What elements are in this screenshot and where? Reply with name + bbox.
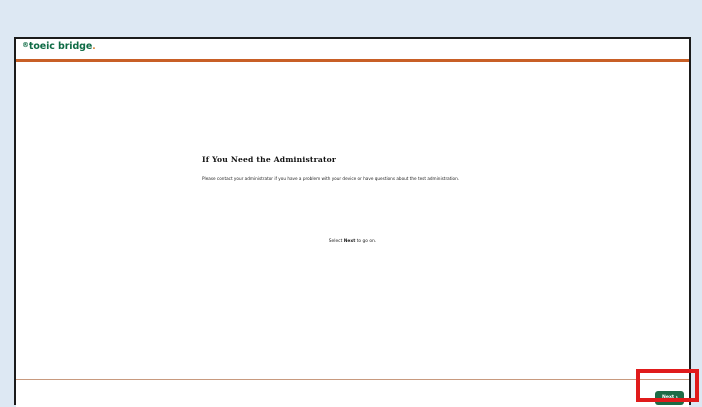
test-window: ®toeic bridge. If You Need the Administr… [14, 37, 691, 407]
page-title: If You Need the Administrator [202, 155, 337, 164]
footer: Next › [16, 380, 689, 407]
header: ®toeic bridge. [16, 39, 689, 59]
instruction-suffix: to go on. [355, 239, 377, 244]
logo-text: toeic bridge [28, 41, 93, 52]
next-button-label: Next [662, 395, 675, 400]
instruction-prefix: Select [328, 239, 344, 244]
toeic-bridge-logo: ®toeic bridge. [22, 41, 96, 53]
continue-instruction: Select Next to go on. [16, 239, 689, 244]
chevron-right-icon: › [675, 394, 678, 401]
instructions-paragraph: Please contact your administrator if you… [202, 176, 460, 181]
instruction-next-word: Next [343, 239, 356, 244]
main-content: If You Need the Administrator Please con… [16, 62, 689, 376]
logo-dot: . [92, 42, 96, 52]
logo-mark: ® [22, 41, 29, 49]
next-button[interactable]: Next › [655, 391, 684, 405]
